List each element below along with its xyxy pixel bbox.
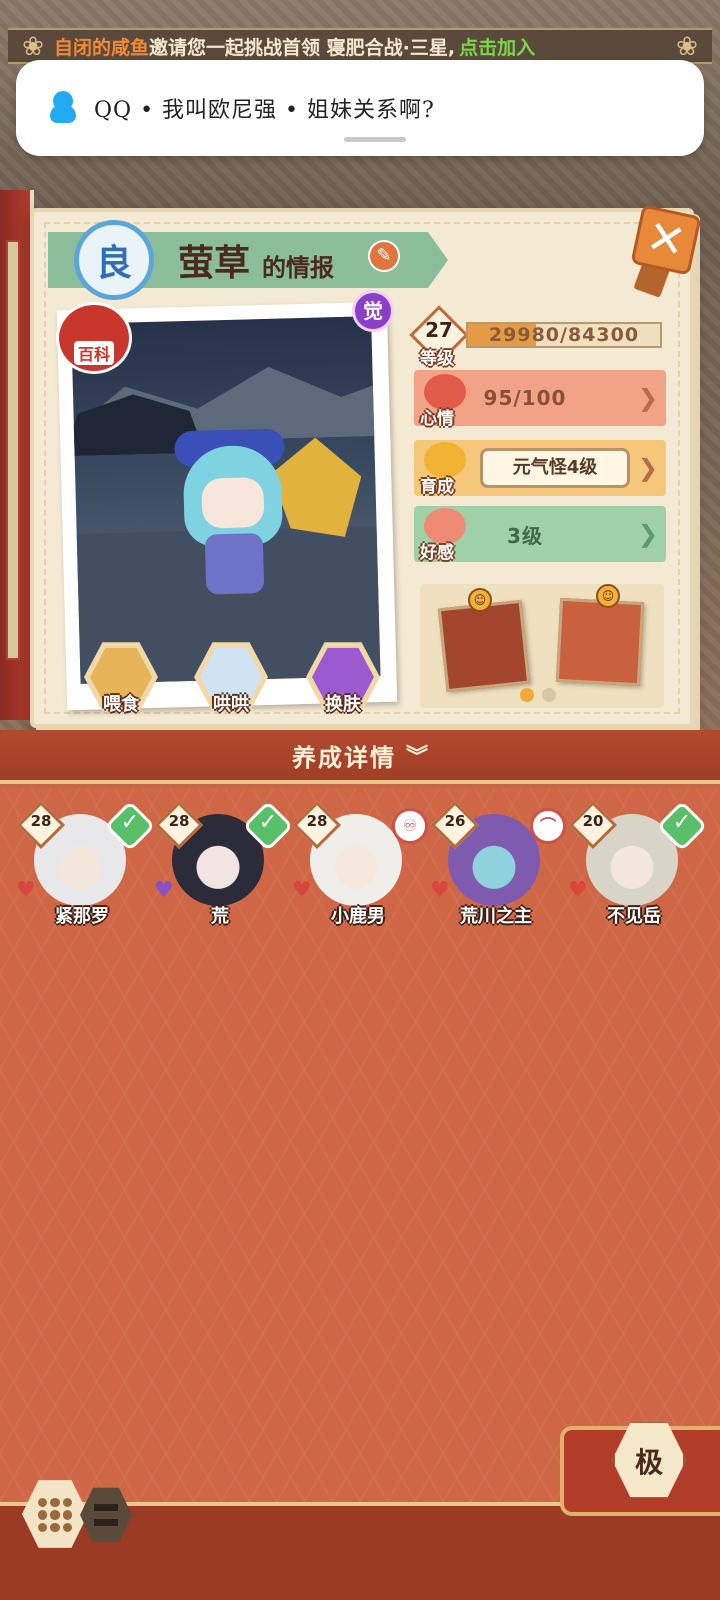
favor-label: 好感 — [420, 543, 454, 563]
chevron-down-icon: ︾ — [405, 745, 428, 770]
chevron-right-icon: ❯ — [637, 520, 658, 548]
page-dot-active[interactable] — [520, 688, 534, 702]
check-icon: ✓ — [120, 810, 140, 835]
relation-icon: ⌒ — [530, 808, 566, 844]
skin-label: 换肤 — [325, 694, 361, 715]
banner-inviter: 自闭的咸鱼 — [54, 36, 150, 59]
heart-icon: ♥ — [430, 878, 450, 903]
roster-card[interactable]: 28 ✓ ♥ 紧那罗 — [16, 800, 156, 932]
notification-text: QQ • 我叫欧尼强 • 姐妹关系啊? — [94, 98, 435, 123]
roster-level: 20 — [582, 812, 604, 830]
food-dish-item[interactable] — [437, 599, 531, 693]
encyclopedia-label: 百科 — [73, 341, 114, 365]
feed-label: 喂食 — [103, 694, 139, 715]
comfort-label: 哄哄 — [213, 694, 249, 715]
heart-icon: ♥ — [568, 878, 588, 903]
roster-name: 荒 — [211, 906, 229, 927]
qq-notification[interactable]: QQ • 我叫欧尼强 • 姐妹关系啊? — [16, 60, 704, 156]
list-icon — [94, 1504, 118, 1526]
close-button[interactable]: ✕ — [630, 204, 702, 276]
rarity-badge: 良 — [74, 220, 154, 300]
grid-icon — [38, 1498, 72, 1532]
level-number: 27 — [425, 318, 453, 342]
growth-value: 元气怪4级 — [480, 448, 630, 488]
exp-bar: 29980/84300 — [466, 322, 662, 348]
awakened-badge: 觉 — [352, 290, 394, 332]
flower-icon: ❀ — [676, 32, 698, 62]
details-label: 养成详情 — [291, 743, 396, 772]
invite-banner[interactable]: ❀ 自闭的咸鱼 邀请您一起挑战首领 寝肥合战·三星, 点击加入 ❀ — [8, 28, 712, 64]
chevron-right-icon: ❯ — [637, 384, 658, 412]
heart-icon: ♥ — [16, 878, 36, 903]
notification-handle[interactable] — [344, 137, 406, 142]
qq-penguin-icon — [48, 91, 78, 125]
heart-icon: ♥ — [292, 878, 312, 903]
exp-text: 29980/84300 — [488, 324, 640, 346]
smiley-icon: ☺ — [468, 588, 492, 612]
heart-icon: ♥ — [154, 878, 174, 903]
roster-card[interactable]: 26 ⌒ ♥ 荒川之主 — [430, 800, 566, 932]
roster-name: 紧那罗 — [55, 906, 109, 927]
relation-icon: ♾ — [392, 808, 428, 844]
roster-level: 26 — [444, 812, 466, 830]
check-icon: ✓ — [672, 810, 692, 835]
star-staff-icon — [270, 436, 363, 538]
title-suffix: 的情报 — [262, 254, 334, 282]
growth-label: 育成 — [420, 477, 454, 497]
check-icon: ✓ — [258, 810, 278, 835]
details-toggle[interactable]: 养成详情 ︾ — [0, 730, 720, 784]
roster-level: 28 — [306, 812, 328, 830]
edit-icon[interactable]: ✎ — [368, 240, 400, 272]
portrait-scene — [71, 316, 381, 684]
roster-name: 荒川之主 — [460, 906, 532, 927]
food-plate-item[interactable] — [555, 597, 645, 687]
mood-label: 心情 — [420, 409, 454, 429]
banner-message: 邀请您一起挑战首领 寝肥合战·三星, — [149, 36, 456, 59]
roster-name: 不见岳 — [607, 906, 661, 927]
banner-join-link[interactable]: 点击加入 — [459, 33, 535, 60]
flower-icon: ❀ — [22, 32, 44, 62]
roster-level: 28 — [168, 812, 190, 830]
roster-level: 28 — [30, 812, 52, 830]
encyclopedia-button[interactable]: 百科 — [56, 302, 132, 374]
chevron-right-icon: ❯ — [637, 454, 658, 482]
left-book-page — [6, 240, 20, 660]
page-dot[interactable] — [542, 688, 556, 702]
roster-name: 小鹿男 — [331, 906, 385, 927]
level-label: 等级 — [420, 349, 454, 369]
smiley-icon: ☺ — [596, 584, 620, 608]
shikigami-name: 萤草 — [178, 243, 251, 284]
roster-card[interactable]: 20 ✓ ♥ 不见岳 — [568, 800, 708, 932]
roster-card[interactable]: 28 ✓ ♥ 荒 — [154, 800, 294, 932]
roster-card[interactable]: 28 ♾ ♥ 小鹿男 — [292, 800, 428, 932]
